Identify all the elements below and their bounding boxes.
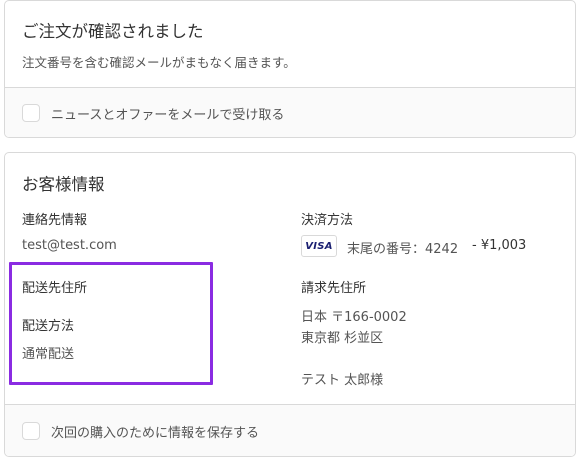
- shipping-highlight-box: [9, 262, 213, 385]
- contact-heading: 連絡先情報: [22, 213, 88, 228]
- order-confirmed-card: ご注文が確認されました 注文番号を含む確認メールがまもなく届きます。 ニュースと…: [4, 0, 576, 138]
- save-info-checkbox[interactable]: [22, 422, 40, 440]
- payment-detail: 末尾の番号：4242: [347, 242, 459, 257]
- payment-heading: 決済方法: [301, 213, 354, 228]
- newsletter-row: ニュースとオファーをメールで受け取る: [5, 87, 575, 137]
- newsletter-checkbox[interactable]: [22, 104, 40, 122]
- billing-heading: 請求先住所: [301, 281, 367, 296]
- order-confirmed-subtitle: 注文番号を含む確認メールがまもなく届きます。: [22, 55, 296, 70]
- billing-line-2: 東京都 杉並区: [301, 331, 384, 346]
- save-info-row: 次回の購入のために情報を保存する: [5, 404, 575, 456]
- billing-name: テスト 太郎様: [301, 373, 384, 388]
- customer-info-title: お客様情報: [22, 175, 105, 194]
- newsletter-label[interactable]: ニュースとオファーをメールで受け取る: [51, 104, 284, 123]
- contact-email: test@test.com: [22, 238, 117, 253]
- visa-card-icon: VISA: [301, 235, 337, 257]
- order-confirmed-title: ご注文が確認されました: [22, 22, 204, 41]
- save-info-label[interactable]: 次回の購入のために情報を保存する: [51, 422, 259, 441]
- billing-line-1: 日本 〒166-0002: [301, 310, 407, 325]
- payment-amount: - ¥1,003: [472, 238, 527, 253]
